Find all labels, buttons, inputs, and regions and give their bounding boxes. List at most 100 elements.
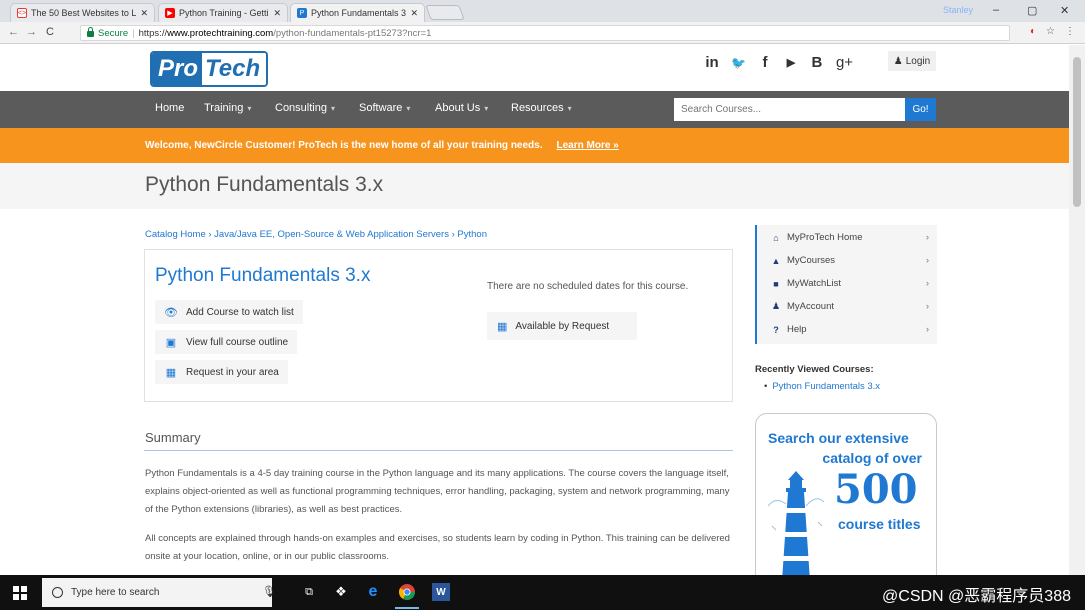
browser-tab-active[interactable]: P Python Fundamentals 3.x ✕ <box>290 3 425 22</box>
blogger-icon[interactable]: B <box>810 54 824 71</box>
google-plus-icon[interactable]: g+ <box>836 54 853 71</box>
chevron-down-icon: ▾ <box>567 104 572 113</box>
taskbar-search-placeholder: Type here to search <box>71 587 160 598</box>
url-bar[interactable]: Secure | https://www.protechtraining.com… <box>80 25 1010 41</box>
sidebar-item-mywatchlist[interactable]: ■ MyWatchList › <box>771 278 929 289</box>
promo-line3: course titles <box>838 516 921 532</box>
url-domain: www.protechtraining.com <box>167 27 274 39</box>
youtube-favicon-icon: ▶ <box>165 8 175 18</box>
youtube-icon[interactable]: ▶ <box>784 56 798 69</box>
close-tab-icon[interactable]: ✕ <box>410 8 418 19</box>
sidebar-item-label: MyCourses <box>787 255 836 266</box>
chevron-down-icon: ▾ <box>247 104 252 113</box>
nav-training[interactable]: Training ▾ <box>204 102 251 114</box>
web-page: Pro Tech in 🐦 f ▶ B g+ ♟ Login Home Trai… <box>0 45 1069 575</box>
banner-text: Welcome, NewCircle Customer! ProTech is … <box>145 140 543 151</box>
new-tab-button[interactable] <box>425 5 465 20</box>
close-tab-icon[interactable]: ✕ <box>140 8 148 19</box>
search-courses-input[interactable] <box>674 98 906 121</box>
sidebar-item-label: MyProTech Home <box>787 232 863 243</box>
bookmark-star-icon[interactable]: ☆ <box>1046 26 1055 37</box>
code-favicon-icon: <> <box>17 8 27 18</box>
browser-tab-bar: <> The 50 Best Websites to L ✕ ▶ Python … <box>0 0 1085 22</box>
calendar-icon: ▦ <box>497 320 508 333</box>
sidebar-item-label: MyAccount <box>787 301 834 312</box>
dropbox-icon[interactable]: ❖ <box>332 583 350 601</box>
summary-paragraph: All concepts are explained through hands… <box>145 533 730 562</box>
promo-line1: Search our extensive <box>768 430 909 446</box>
linkedin-icon[interactable]: in <box>705 54 719 71</box>
recent-courses-heading: Recently Viewed Courses: <box>755 364 874 375</box>
nav-label: Home <box>155 102 185 114</box>
sidebar-item-label: MyWatchList <box>787 278 842 289</box>
nav-home[interactable]: Home <box>155 102 184 114</box>
calendar-icon: ▦ <box>165 366 177 379</box>
request-area-button[interactable]: ▦ Request in your area <box>155 360 288 384</box>
close-window-button[interactable]: ✕ <box>1060 4 1069 17</box>
forward-icon[interactable]: → <box>26 26 37 38</box>
profile-name[interactable]: Stanley <box>943 5 973 15</box>
catalog-promo[interactable]: Search our extensive catalog of over 500… <box>755 413 937 575</box>
twitter-icon[interactable]: 🐦 <box>731 56 746 70</box>
chevron-right-icon: › <box>925 301 929 312</box>
sidebar-item-help[interactable]: ? Help › <box>771 324 929 335</box>
nav-label: Consulting <box>275 102 327 114</box>
url-scheme: https:// <box>138 27 168 39</box>
back-icon[interactable]: ← <box>8 26 19 38</box>
page-scrollbar[interactable] <box>1069 45 1085 575</box>
sidebar-item-mycourses[interactable]: ▲ MyCourses › <box>771 255 929 266</box>
recent-course-link[interactable]: Python Fundamentals 3.x <box>772 381 880 392</box>
course-title: Python Fundamentals 3.x <box>155 265 371 286</box>
available-by-request-button[interactable]: ▦ Available by Request <box>487 312 637 340</box>
nav-about-us[interactable]: About Us ▾ <box>435 102 488 114</box>
tab-label: The 50 Best Websites to L <box>31 8 137 18</box>
promo-line2: catalog of over <box>822 450 922 466</box>
nav-consulting[interactable]: Consulting ▾ <box>275 102 335 114</box>
nav-label: Resources <box>511 102 564 114</box>
breadcrumb[interactable]: Catalog Home › Java/Java EE, Open-Source… <box>145 229 487 240</box>
nav-software[interactable]: Software ▾ <box>359 102 410 114</box>
bookmark-icon: ■ <box>773 278 779 289</box>
action-label: Add Course to watch list <box>186 306 294 318</box>
sidebar-item-myprotech-home[interactable]: ⌂ MyProTech Home › <box>771 232 929 243</box>
windows-start-icon[interactable] <box>13 586 27 600</box>
extension-icon[interactable]: ◐ <box>1030 26 1036 37</box>
maximize-button[interactable]: ▢ <box>1027 4 1037 17</box>
close-tab-icon[interactable]: ✕ <box>273 8 281 19</box>
menu-dots-icon[interactable]: ⋮ <box>1065 26 1075 37</box>
task-view-icon[interactable]: ⧉ <box>300 583 318 601</box>
word-icon[interactable]: W <box>432 583 450 601</box>
protech-favicon-icon: P <box>297 8 307 18</box>
reload-icon[interactable]: C <box>46 26 54 38</box>
nav-resources[interactable]: Resources ▾ <box>511 102 572 114</box>
extension-icons: ◐ ☆ ⋮ <box>1030 26 1075 37</box>
protech-logo[interactable]: Pro Tech <box>150 51 269 87</box>
url-path: /python-fundamentals-pt15273?ncr=1 <box>273 27 432 39</box>
sidebar-item-label: Help <box>787 324 807 335</box>
learn-more-link[interactable]: Learn More » <box>557 140 619 151</box>
view-outline-button[interactable]: ▣ View full course outline <box>155 330 298 354</box>
user-icon: ♟ <box>893 55 903 67</box>
browser-tab[interactable]: <> The 50 Best Websites to L ✕ <box>10 3 155 22</box>
home-icon: ⌂ <box>773 232 779 243</box>
scrollbar-thumb[interactable] <box>1073 57 1081 207</box>
windows-taskbar: Type here to search 🎙 ⧉ ❖ e W @CSDN @恶霸程… <box>0 575 1085 610</box>
facebook-icon[interactable]: f <box>758 54 772 71</box>
chevron-down-icon: ▾ <box>484 104 489 113</box>
main-navigation: Home Training ▾ Consulting ▾ Software ▾ Abo… <box>0 91 1069 128</box>
browser-tab[interactable]: ▶ Python Training - Getting ✕ <box>158 3 288 22</box>
minimize-button[interactable]: – <box>993 4 999 16</box>
no-schedule-text: There are no scheduled dates for this co… <box>487 281 689 292</box>
taskbar-search-box[interactable]: Type here to search <box>42 578 272 607</box>
edge-browser-icon[interactable]: e <box>364 583 382 601</box>
chrome-icon[interactable] <box>395 583 419 609</box>
login-label: Login <box>905 55 931 67</box>
microphone-icon[interactable]: 🎙 <box>262 585 276 598</box>
add-watchlist-button[interactable]: 👁 Add Course to watch list <box>155 300 303 324</box>
sidebar-item-myaccount[interactable]: ♟ MyAccount › <box>771 301 929 312</box>
user-icon: ♟ <box>771 301 781 311</box>
course-info-box: Python Fundamentals 3.x 👁 Add Course to … <box>144 249 733 402</box>
logo-tech: Tech <box>202 53 267 85</box>
login-button[interactable]: ♟ Login <box>888 51 936 71</box>
search-go-button[interactable]: Go! <box>905 98 936 121</box>
